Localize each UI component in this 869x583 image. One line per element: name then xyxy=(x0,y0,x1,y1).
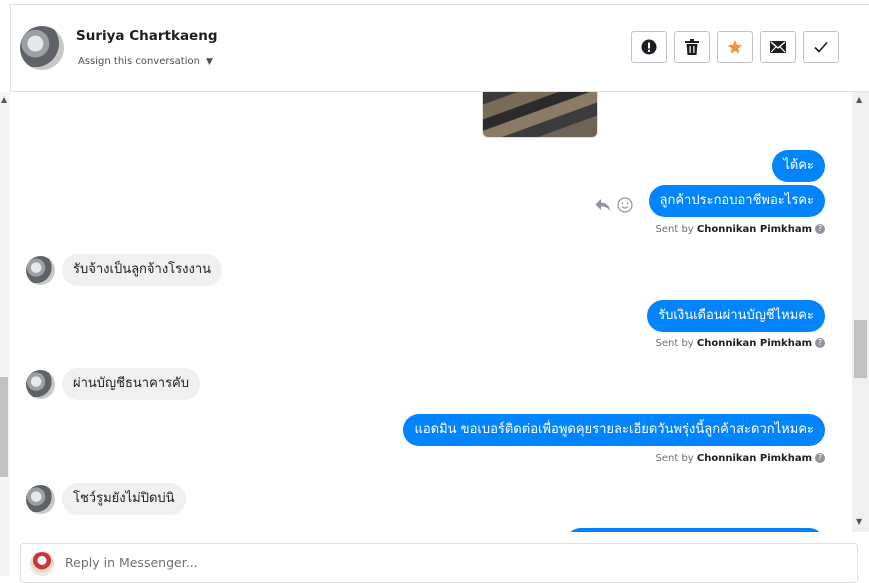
avatar[interactable] xyxy=(26,256,55,285)
help-icon[interactable]: ? xyxy=(815,338,825,348)
reply-composer[interactable] xyxy=(20,543,858,583)
assign-conversation-label: Assign this conversation xyxy=(78,56,200,67)
caret-down-icon: ▼ xyxy=(205,57,213,67)
sender-name[interactable]: Chonnikan Pimkham xyxy=(697,338,812,349)
reply-input[interactable] xyxy=(65,555,825,570)
avatar[interactable] xyxy=(26,370,55,399)
thread-scrollbar-thumb[interactable] xyxy=(854,320,867,378)
emoji-reaction-icon[interactable] xyxy=(617,197,633,213)
mail-icon xyxy=(770,41,786,53)
delete-button[interactable] xyxy=(674,31,710,63)
mark-as-done-button[interactable] xyxy=(803,31,839,63)
star-button[interactable] xyxy=(717,31,753,63)
scroll-up-arrow-icon[interactable]: ▲ xyxy=(856,96,862,104)
left-scrollbar[interactable]: ▲ xyxy=(0,92,10,576)
star-icon xyxy=(727,40,743,54)
conversation-header: Suriya Chartkaeng Assign this conversati… xyxy=(11,5,869,92)
mark-as-unread-button[interactable] xyxy=(760,31,796,63)
help-icon[interactable]: ? xyxy=(815,224,825,234)
message-bubble-outgoing-partial[interactable] xyxy=(565,528,825,532)
message-bubble-outgoing[interactable]: รับเงินเดือนผ่านบัญชีไหมคะ xyxy=(647,300,825,332)
message-bubble-outgoing[interactable]: ได้คะ xyxy=(772,150,825,182)
shared-photo-thumbnail[interactable] xyxy=(482,92,598,138)
trash-icon xyxy=(685,39,699,55)
contact-name[interactable]: Suriya Chartkaeng xyxy=(76,28,218,44)
sent-by-prefix: Sent by xyxy=(655,338,694,349)
exclamation-icon xyxy=(641,39,657,55)
sent-by-prefix: Sent by xyxy=(655,224,694,235)
mark-as-spam-button[interactable] xyxy=(631,31,667,63)
thread-scrollbar[interactable]: ▲ ▼ xyxy=(852,92,869,532)
message-bubble-incoming[interactable]: รับจ้างเป็นลูกจ้างโรงงาน xyxy=(62,254,223,286)
sender-name[interactable]: Chonnikan Pimkham xyxy=(697,453,812,464)
message-bubble-outgoing[interactable]: แอดมิน ขอเบอร์ติดต่อเพื่อพูดคุยรายละเอีย… xyxy=(403,414,825,446)
message-bubble-incoming[interactable]: โชว์รูมยังไม่ปิดบ่นิ xyxy=(62,483,186,515)
check-icon xyxy=(814,41,828,53)
message-thread[interactable]: ได้คะ ลูกค้าประกอบอาชีพอะไรคะ Sent by Ch… xyxy=(11,92,852,532)
avatar xyxy=(30,552,54,576)
assign-conversation-dropdown[interactable]: Assign this conversation ▼ xyxy=(78,56,213,67)
sent-by-label: Sent by Chonnikan Pimkham? xyxy=(655,453,825,464)
message-bubble-incoming[interactable]: ผ่านบัญชีธนาคารคับ xyxy=(62,368,201,400)
scroll-up-arrow-icon[interactable]: ▲ xyxy=(1,96,7,104)
sent-by-label: Sent by Chonnikan Pimkham? xyxy=(655,224,825,235)
help-icon[interactable]: ? xyxy=(815,453,825,463)
left-scrollbar-thumb[interactable] xyxy=(0,377,8,477)
scroll-down-arrow-icon[interactable]: ▼ xyxy=(856,518,862,526)
avatar[interactable] xyxy=(26,485,55,514)
message-actions xyxy=(595,197,633,213)
sent-by-prefix: Sent by xyxy=(655,453,694,464)
sender-name[interactable]: Chonnikan Pimkham xyxy=(697,224,812,235)
reply-icon[interactable] xyxy=(595,198,611,212)
message-bubble-outgoing[interactable]: ลูกค้าประกอบอาชีพอะไรคะ xyxy=(648,185,825,217)
sent-by-label: Sent by Chonnikan Pimkham? xyxy=(655,338,825,349)
avatar[interactable] xyxy=(20,26,64,70)
